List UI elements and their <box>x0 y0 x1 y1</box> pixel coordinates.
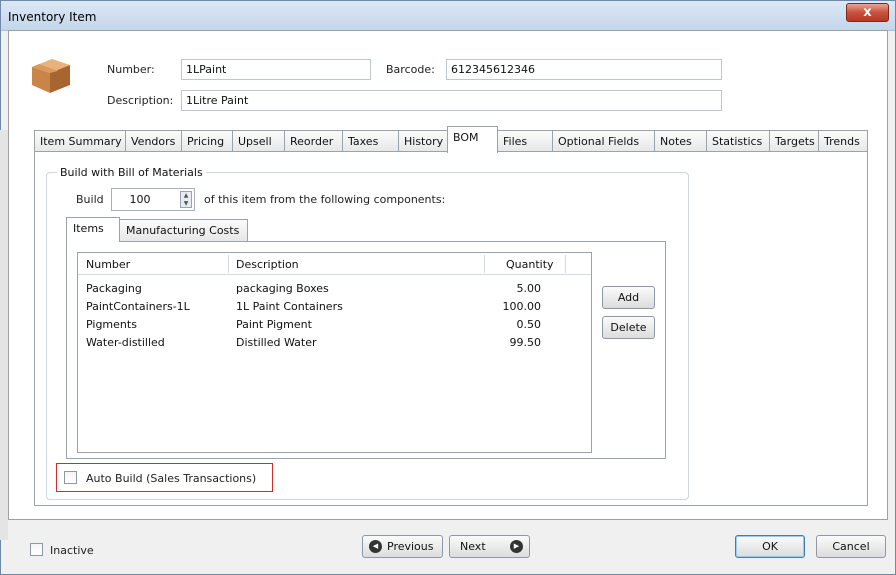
tab-upsell[interactable]: Upsell <box>232 130 285 152</box>
column-description[interactable]: Description <box>236 258 299 271</box>
tab-statistics[interactable]: Statistics <box>706 130 770 152</box>
cell-quantity: 0.50 <box>516 318 542 331</box>
cell-number: Packaging <box>86 282 142 295</box>
subtab-items[interactable]: Items <box>66 217 120 242</box>
stepper-down-icon[interactable]: ▼ <box>181 200 191 208</box>
tab-notes[interactable]: Notes <box>654 130 707 152</box>
inactive-label[interactable]: Inactive <box>50 544 94 557</box>
tab-files[interactable]: Files <box>497 130 553 152</box>
tab-pricing[interactable]: Pricing <box>181 130 233 152</box>
window-title: Inventory Item <box>8 10 97 24</box>
tab-reorder[interactable]: Reorder <box>284 130 343 152</box>
build-quantity-stepper[interactable]: 100 ▲ ▼ <box>111 188 195 211</box>
inactive-checkbox[interactable] <box>30 543 43 556</box>
barcode-label: Barcode: <box>386 63 435 76</box>
description-field[interactable]: 1Litre Paint <box>181 90 722 111</box>
bom-group-title: Build with Bill of Materials <box>57 166 206 179</box>
tab-item-summary[interactable]: Item Summary <box>34 130 126 152</box>
background-scrollbar <box>0 130 8 540</box>
add-button[interactable]: Add <box>602 286 655 309</box>
cell-description: packaging Boxes <box>236 282 329 295</box>
column-quantity[interactable]: Quantity <box>506 258 554 271</box>
number-field[interactable]: 1LPaint <box>181 59 371 80</box>
column-number[interactable]: Number <box>86 258 130 271</box>
table-row[interactable]: Packaging packaging Boxes 5.00 <box>78 280 591 298</box>
cell-number: Pigments <box>86 318 137 331</box>
cell-description: Paint Pigment <box>236 318 312 331</box>
next-button[interactable]: Next ▶ <box>449 535 530 558</box>
barcode-field[interactable]: 612345612346 <box>446 59 722 80</box>
cell-description: 1L Paint Containers <box>236 300 343 313</box>
description-label: Description: <box>107 94 174 107</box>
cancel-button[interactable]: Cancel <box>816 535 886 558</box>
build-quantity-value[interactable]: 100 <box>112 193 168 206</box>
table-row[interactable]: Pigments Paint Pigment 0.50 <box>78 316 591 334</box>
cell-quantity: 5.00 <box>516 282 542 295</box>
tab-history[interactable]: History <box>398 130 448 152</box>
build-label: Build <box>76 193 104 206</box>
cell-description: Distilled Water <box>236 336 317 349</box>
stepper-buttons[interactable]: ▲ ▼ <box>180 191 192 208</box>
box-icon <box>32 59 70 93</box>
table-row[interactable]: Water-distilled Distilled Water 99.50 <box>78 334 591 352</box>
arrow-left-icon: ◀ <box>369 540 382 553</box>
previous-label: Previous <box>387 540 434 553</box>
auto-build-label[interactable]: Auto Build (Sales Transactions) <box>86 472 256 485</box>
column-divider[interactable] <box>228 255 229 273</box>
number-label: Number: <box>107 63 155 76</box>
ok-button[interactable]: OK <box>735 535 805 558</box>
tab-optional-fields[interactable]: Optional Fields <box>552 130 655 152</box>
column-divider[interactable] <box>484 255 485 273</box>
tab-taxes[interactable]: Taxes <box>342 130 399 152</box>
cell-quantity: 100.00 <box>502 300 542 313</box>
table-row[interactable]: PaintContainers-1L 1L Paint Containers 1… <box>78 298 591 316</box>
column-divider[interactable] <box>565 255 566 273</box>
tab-bom[interactable]: BOM <box>447 126 498 153</box>
tab-trends[interactable]: Trends <box>818 130 868 152</box>
cell-quantity: 99.50 <box>509 336 542 349</box>
stepper-up-icon[interactable]: ▲ <box>181 192 191 200</box>
auto-build-checkbox[interactable] <box>64 471 77 484</box>
delete-button[interactable]: Delete <box>602 316 655 339</box>
cell-number: Water-distilled <box>86 336 165 349</box>
build-suffix-text: of this item from the following componen… <box>204 193 446 206</box>
arrow-right-icon: ▶ <box>510 540 523 553</box>
title-bar[interactable]: Inventory Item x <box>1 1 895 31</box>
close-button[interactable]: x <box>846 3 889 22</box>
cell-number: PaintContainers-1L <box>86 300 190 313</box>
bom-items-table[interactable]: Number Description Quantity Packaging pa… <box>77 252 592 453</box>
next-label: Next <box>460 540 486 553</box>
table-header: Number Description Quantity <box>78 253 591 275</box>
previous-button[interactable]: ◀ Previous <box>362 535 443 558</box>
tab-vendors[interactable]: Vendors <box>125 130 182 152</box>
subtab-manufacturing-costs[interactable]: Manufacturing Costs <box>119 219 248 241</box>
tab-targets[interactable]: Targets <box>769 130 819 152</box>
